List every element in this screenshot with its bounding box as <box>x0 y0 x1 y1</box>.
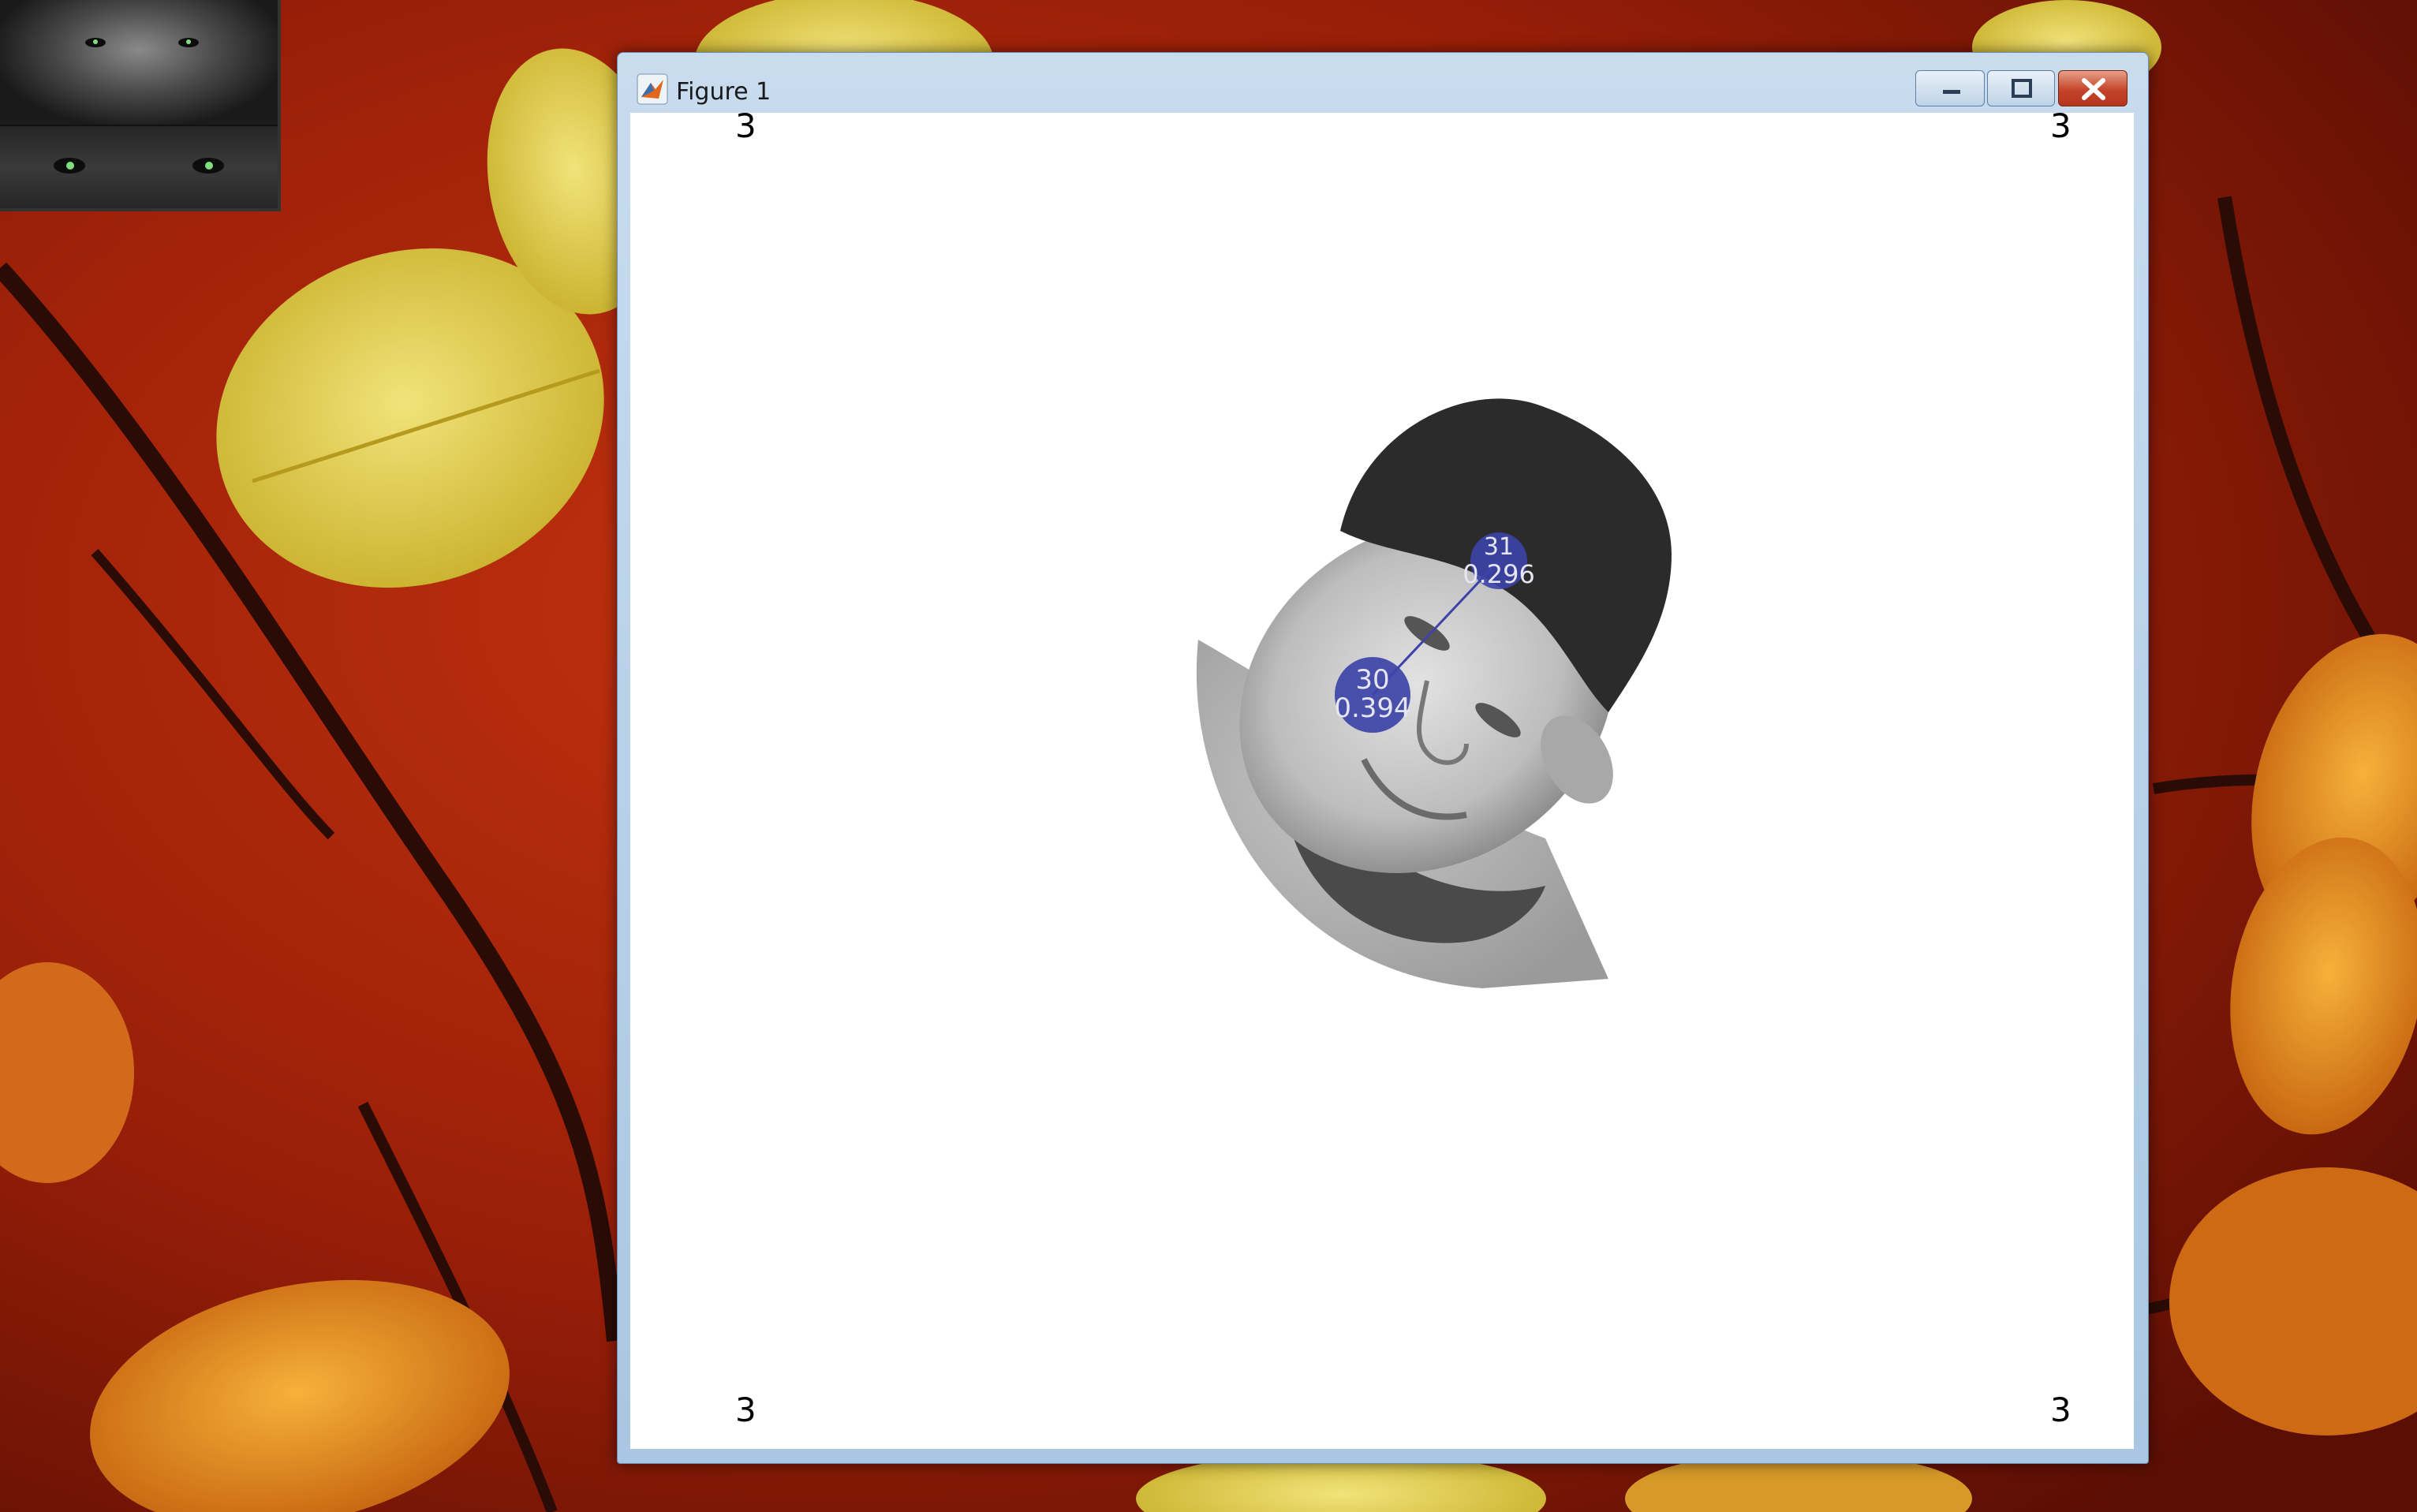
close-icon <box>2082 78 2105 100</box>
webcam-face-image <box>0 0 278 125</box>
marker-30-id: 30 <box>1355 664 1389 696</box>
marker-30-value: 0.394 <box>1334 693 1410 724</box>
close-button[interactable] <box>2058 70 2127 106</box>
right-eye-closeup <box>192 158 224 174</box>
marker-31-id: 31 <box>1484 533 1514 561</box>
title-bar[interactable]: Figure 1 <box>618 53 2148 110</box>
marker-31-value: 0.296 <box>1463 559 1535 589</box>
left-eye-marker <box>85 38 106 47</box>
maximize-icon <box>2012 79 2032 98</box>
marker-30[interactable]: 30 0.394 <box>1334 657 1411 733</box>
figure-canvas[interactable]: 3 3 3 3 31 0.296 30 0.394 <box>630 113 2134 1449</box>
webcam-eye-closeup <box>0 126 278 208</box>
face-stimulus: 31 0.296 30 0.394 <box>1196 398 1672 988</box>
left-eye-closeup <box>54 158 85 174</box>
window-title: Figure 1 <box>676 78 771 106</box>
figure-window[interactable]: Figure 1 3 3 3 3 31 0.296 30 0.394 <box>617 52 2149 1464</box>
right-eye-marker <box>178 38 199 47</box>
minimize-button[interactable] <box>1915 70 1985 106</box>
maximize-button[interactable] <box>1987 70 2055 106</box>
minimize-icon <box>1943 90 1960 94</box>
webcam-preview <box>0 0 281 211</box>
matlab-icon <box>637 73 668 105</box>
